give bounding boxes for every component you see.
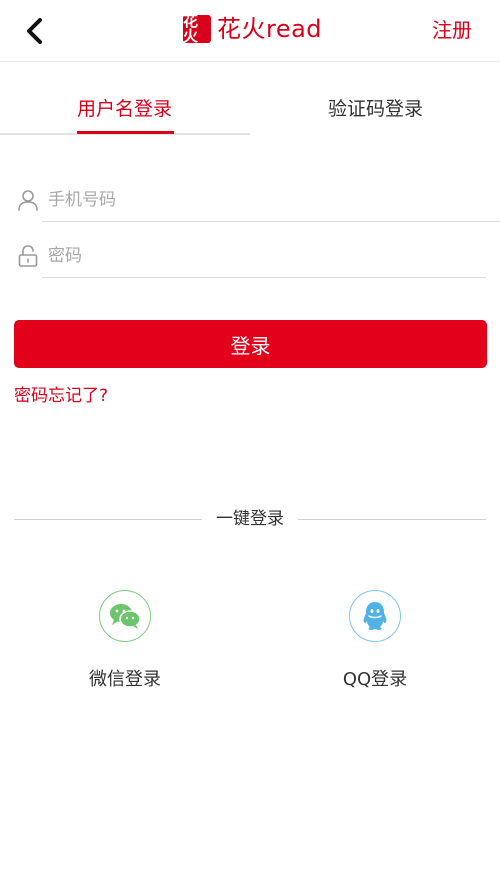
tab-username-login[interactable]: 用户名登录 bbox=[77, 95, 172, 123]
qq-login-label: QQ登录 bbox=[342, 669, 408, 690]
divider-right bbox=[298, 519, 486, 520]
qq-login-button[interactable]: QQ登录 bbox=[300, 590, 450, 694]
lock-icon bbox=[18, 245, 38, 267]
register-link[interactable]: 注册 bbox=[432, 15, 472, 45]
user-icon bbox=[18, 190, 38, 211]
phone-field-row bbox=[0, 172, 500, 228]
back-button[interactable] bbox=[14, 11, 54, 51]
wechat-login-label: 微信登录 bbox=[89, 669, 161, 690]
logo-seal-text: 花火 bbox=[183, 12, 199, 45]
login-button[interactable]: 登录 bbox=[14, 320, 487, 368]
divider-left bbox=[14, 519, 202, 520]
password-field-row bbox=[0, 228, 500, 284]
password-input[interactable] bbox=[48, 240, 488, 272]
login-page: 花火 花火read 注册 用户名登录 验证码登录 登录 密码忘记了? 一键登 bbox=[0, 0, 500, 888]
qq-icon-circle bbox=[349, 590, 401, 642]
qq-icon bbox=[363, 602, 387, 630]
tab-active-indicator bbox=[77, 131, 174, 134]
phone-underline bbox=[42, 221, 500, 222]
one-click-login-label: 一键登录 bbox=[216, 509, 284, 529]
forgot-password-link[interactable]: 密码忘记了? bbox=[14, 383, 108, 409]
login-tabs: 用户名登录 验证码登录 bbox=[0, 62, 500, 138]
logo-text: 花火read bbox=[217, 15, 323, 43]
wechat-login-button[interactable]: 微信登录 bbox=[50, 590, 200, 694]
wechat-icon bbox=[110, 604, 141, 629]
app-logo: 花火 花火read bbox=[183, 12, 322, 46]
wechat-icon-circle bbox=[99, 590, 151, 642]
phone-input[interactable] bbox=[48, 184, 488, 216]
password-underline bbox=[42, 277, 486, 278]
logo-seal: 花火 bbox=[183, 12, 211, 45]
tab-sms-login[interactable]: 验证码登录 bbox=[328, 95, 423, 123]
header-bar: 花火 花火read 注册 bbox=[0, 0, 500, 62]
chevron-left-icon bbox=[27, 18, 42, 44]
